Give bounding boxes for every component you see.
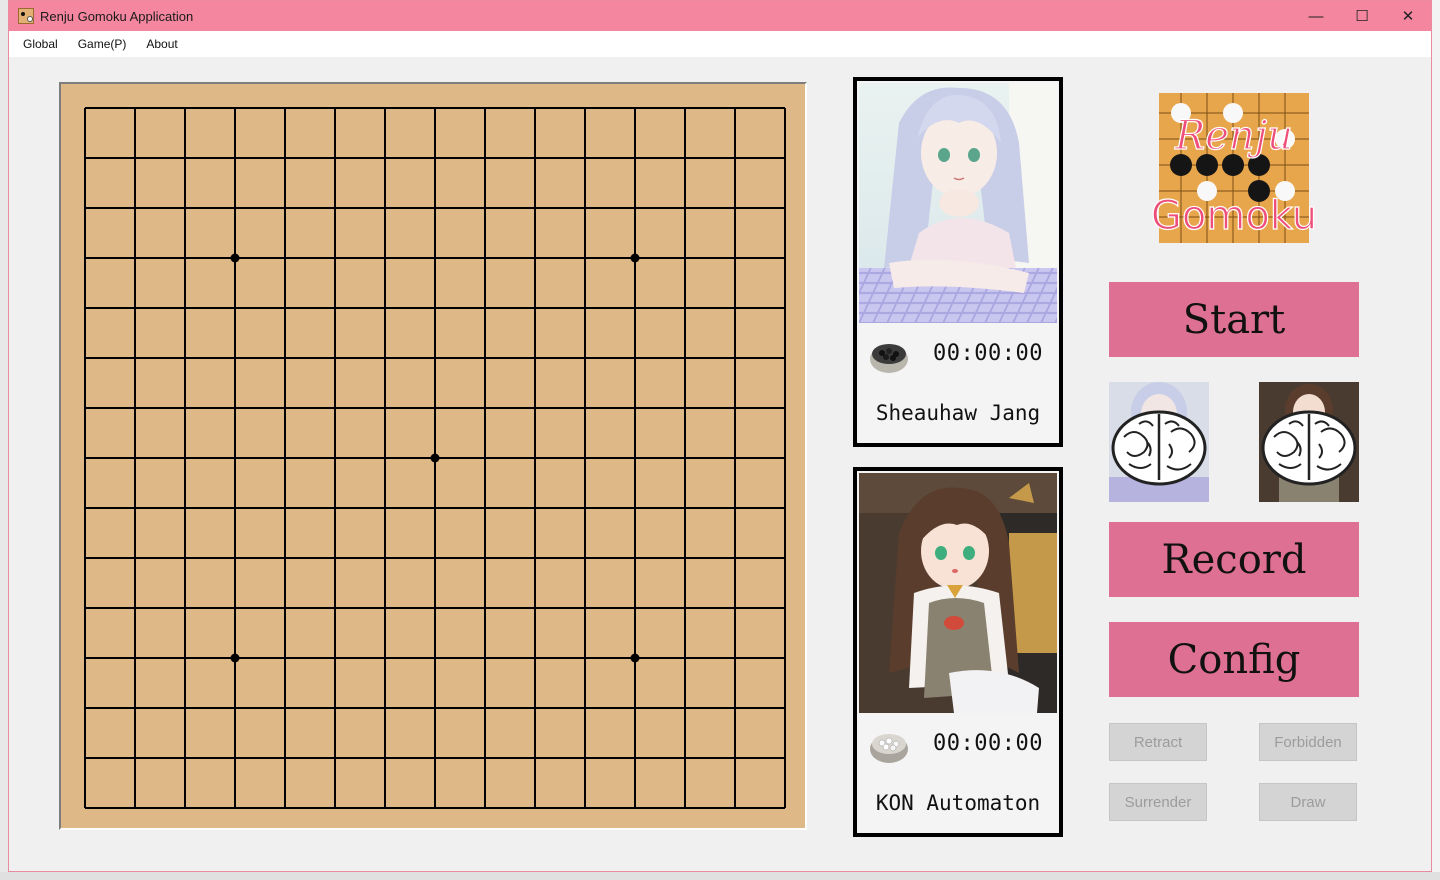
player-card-black: 00:00:00 Sheauhaw Jang — [853, 77, 1063, 447]
menu-about[interactable]: About — [136, 31, 187, 57]
record-button[interactable]: Record — [1109, 522, 1359, 597]
black-stone-bowl-icon — [870, 344, 908, 373]
renju-gomoku-logo: Renju Gomoku — [1125, 87, 1345, 247]
minimize-button[interactable]: — — [1293, 1, 1339, 31]
player-1-ai-toggle[interactable] — [1109, 382, 1209, 502]
desktop-background-left — [0, 0, 8, 880]
app-window: Renju Gomoku Application — ☐ ✕ Global Ga… — [8, 0, 1432, 872]
player-1-timer: 00:00:00 — [933, 341, 1043, 366]
draw-button[interactable]: Draw — [1259, 783, 1357, 821]
star-point — [230, 253, 240, 263]
title-bar: Renju Gomoku Application — ☐ ✕ — [9, 1, 1431, 31]
maximize-button[interactable]: ☐ — [1339, 1, 1385, 31]
start-button[interactable]: Start — [1109, 282, 1359, 357]
close-button[interactable]: ✕ — [1385, 1, 1431, 31]
star-point — [230, 653, 240, 663]
desktop-background-right — [1432, 0, 1440, 880]
window-controls: — ☐ ✕ — [1293, 1, 1431, 31]
player-1-portrait — [859, 83, 1057, 323]
brain-icon — [1261, 410, 1357, 486]
star-point — [430, 453, 440, 463]
menu-global[interactable]: Global — [9, 31, 68, 57]
retract-button[interactable]: Retract — [1109, 723, 1207, 761]
brain-icon — [1111, 410, 1207, 486]
player-2-ai-toggle[interactable] — [1259, 382, 1359, 502]
forbidden-button[interactable]: Forbidden — [1259, 723, 1357, 761]
white-stone-bowl-icon — [870, 734, 908, 763]
window-title: Renju Gomoku Application — [40, 8, 194, 24]
app-icon — [18, 8, 34, 24]
menu-bar: Global Game(P) About — [9, 31, 1431, 57]
config-button[interactable]: Config — [1109, 622, 1359, 697]
star-point — [630, 253, 640, 263]
player-2-name: KON Automaton — [875, 791, 1041, 815]
player-2-timer: 00:00:00 — [933, 731, 1043, 756]
player-1-name: Sheauhaw Jang — [875, 401, 1041, 425]
logo-text-renju: Renju — [1174, 113, 1293, 159]
game-board[interactable] — [59, 82, 807, 830]
player-2-portrait — [859, 473, 1057, 713]
surrender-button[interactable]: Surrender — [1109, 783, 1207, 821]
board-grid[interactable] — [61, 84, 805, 828]
logo-text-gomoku: Gomoku — [1151, 193, 1317, 239]
desktop-background-bottom — [0, 872, 1440, 880]
player-card-white: 00:00:00 KON Automaton — [853, 467, 1063, 837]
menu-game[interactable]: Game(P) — [68, 31, 137, 57]
star-point — [630, 653, 640, 663]
